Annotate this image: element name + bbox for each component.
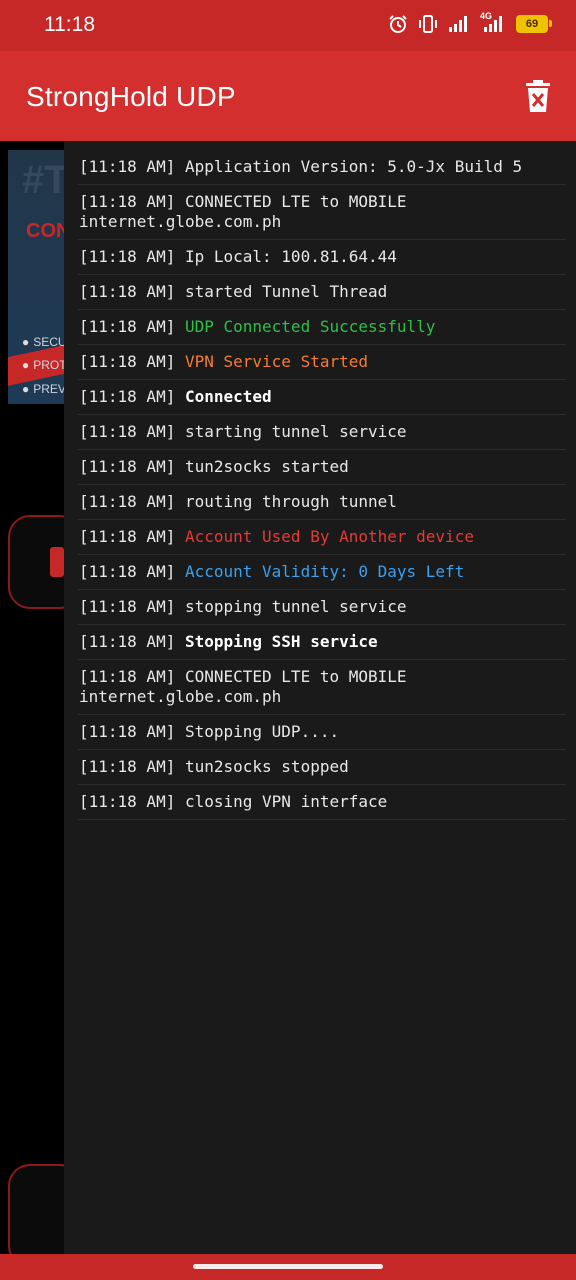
log-message: stopping tunnel service xyxy=(184,597,407,616)
log-message: tun2socks stopped xyxy=(184,757,349,776)
log-timestamp: [11:18 AM] xyxy=(79,722,176,741)
banner-hashtag: #T xyxy=(22,158,68,202)
vibrate-icon xyxy=(419,15,437,33)
log-entry: [11:18 AM] Account Validity: 0 Days Left xyxy=(78,555,566,590)
home-gesture-handle[interactable] xyxy=(193,1264,383,1269)
log-entry: [11:18 AM] Account Used By Another devic… xyxy=(78,520,566,555)
log-list: [11:18 AM] Application Version: 5.0-Jx B… xyxy=(64,141,576,820)
log-entry: [11:18 AM] UDP Connected Successfully xyxy=(78,310,566,345)
log-timestamp: [11:18 AM] xyxy=(79,157,176,176)
navigation-bar xyxy=(0,1254,576,1280)
log-timestamp: [11:18 AM] xyxy=(79,562,176,581)
app-title: StrongHold UDP xyxy=(26,81,236,112)
log-entry: [11:18 AM] stopping tunnel service xyxy=(78,590,566,625)
log-timestamp: [11:18 AM] xyxy=(79,757,176,776)
log-entry: [11:18 AM] Stopping UDP.... xyxy=(78,715,566,750)
log-timestamp: [11:18 AM] xyxy=(79,247,176,266)
promo-banner: #T CONN SECU PROT PREV xyxy=(8,150,68,404)
banner-item: PROT xyxy=(22,358,66,372)
log-message: UDP Connected Successfully xyxy=(184,317,436,336)
log-timestamp: [11:18 AM] xyxy=(79,667,176,686)
log-message: Account Validity: 0 Days Left xyxy=(184,562,465,581)
log-timestamp: [11:18 AM] xyxy=(79,597,176,616)
log-message: VPN Service Started xyxy=(184,352,368,371)
log-entry: [11:18 AM] tun2socks stopped xyxy=(78,750,566,785)
log-message: Application Version: 5.0-Jx Build 5 xyxy=(184,157,523,176)
log-message: Account Used By Another device xyxy=(184,527,474,546)
log-drawer[interactable]: [11:18 AM] Application Version: 5.0-Jx B… xyxy=(64,141,576,1254)
clear-log-button[interactable] xyxy=(524,79,552,113)
banner-subtitle: CONN xyxy=(26,220,68,242)
log-entry: [11:18 AM] Stopping SSH service xyxy=(78,625,566,660)
log-message: starting tunnel service xyxy=(184,422,407,441)
log-timestamp: [11:18 AM] xyxy=(79,317,176,336)
log-entry: [11:18 AM] Application Version: 5.0-Jx B… xyxy=(78,141,566,185)
battery-icon: 69 xyxy=(516,15,552,33)
banner-item: SECU xyxy=(22,335,66,349)
log-message: Connected xyxy=(184,387,272,406)
log-timestamp: [11:18 AM] xyxy=(79,457,176,476)
log-entry: [11:18 AM] Connected xyxy=(78,380,566,415)
banner-item: PREV xyxy=(22,382,66,396)
card-icon xyxy=(50,547,64,577)
status-time: 11:18 xyxy=(44,13,95,36)
log-message: routing through tunnel xyxy=(184,492,397,511)
log-message: Stopping SSH service xyxy=(184,632,378,651)
signal-icon xyxy=(449,16,467,32)
log-timestamp: [11:18 AM] xyxy=(79,792,176,811)
log-entry: [11:18 AM] tun2socks started xyxy=(78,450,566,485)
log-timestamp: [11:18 AM] xyxy=(79,422,176,441)
log-entry: [11:18 AM] CONNECTED LTE to MOBILE inter… xyxy=(78,660,566,715)
log-message: Ip Local: 100.81.64.44 xyxy=(184,247,397,266)
log-entry: [11:18 AM] Ip Local: 100.81.64.44 xyxy=(78,240,566,275)
log-message: closing VPN interface xyxy=(184,792,388,811)
log-timestamp: [11:18 AM] xyxy=(79,192,176,211)
log-entry: [11:18 AM] CONNECTED LTE to MOBILE inter… xyxy=(78,185,566,240)
app-bar: StrongHold UDP xyxy=(0,51,576,141)
log-entry: [11:18 AM] routing through tunnel xyxy=(78,485,566,520)
status-bar: 11:18 4G 69 xyxy=(0,0,576,51)
log-message: tun2socks started xyxy=(184,457,349,476)
log-entry: [11:18 AM] started Tunnel Thread xyxy=(78,275,566,310)
log-timestamp: [11:18 AM] xyxy=(79,387,176,406)
log-entry: [11:18 AM] closing VPN interface xyxy=(78,785,566,820)
log-timestamp: [11:18 AM] xyxy=(79,527,176,546)
log-message: started Tunnel Thread xyxy=(184,282,388,301)
log-message: Stopping UDP.... xyxy=(184,722,340,741)
log-timestamp: [11:18 AM] xyxy=(79,632,176,651)
status-icons: 4G 69 xyxy=(388,11,552,34)
log-entry: [11:18 AM] starting tunnel service xyxy=(78,415,566,450)
delete-icon xyxy=(526,80,550,112)
log-timestamp: [11:18 AM] xyxy=(79,352,176,371)
log-entry: [11:18 AM] VPN Service Started xyxy=(78,345,566,380)
log-timestamp: [11:18 AM] xyxy=(79,492,176,511)
signal-4g-icon: 4G xyxy=(480,11,506,33)
log-timestamp: [11:18 AM] xyxy=(79,282,176,301)
alarm-icon xyxy=(389,15,407,33)
